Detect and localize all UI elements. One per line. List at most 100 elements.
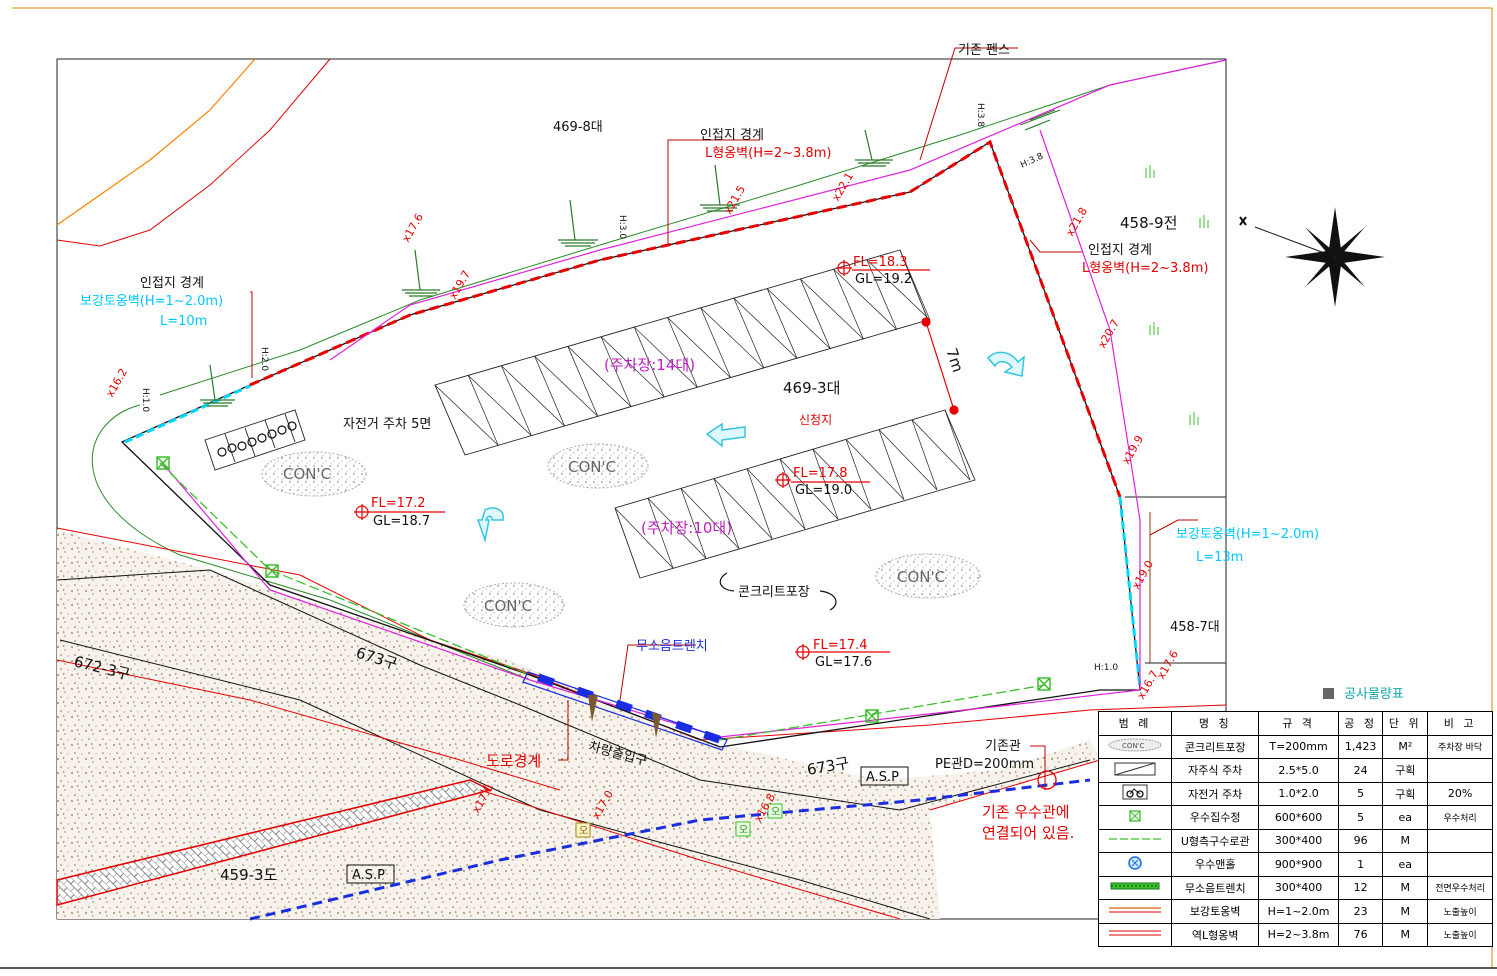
level-3-gl: GL=18.7 (373, 514, 430, 529)
label-noiseless-trench: 무소음트렌치 (636, 639, 708, 654)
concrete-blobs (261, 443, 981, 628)
label-existing-fence: 기존 펜스 (958, 43, 1010, 58)
label-storm-connect-1: 기존 우수관에 (982, 803, 1070, 821)
parking-stall-diagonal (911, 419, 971, 481)
level-4-gl: GL=17.6 (815, 655, 872, 670)
legend-u-drain-icon (1098, 828, 1172, 853)
spot-height-6: x20.7 (1095, 317, 1122, 350)
row-qty: 76 (1337, 922, 1384, 947)
level-2-fl: FL=17.8 (793, 466, 848, 481)
legend-l-wall-icon (1098, 922, 1172, 947)
label-h10-b: H:1.0 (1094, 663, 1118, 673)
parcel-line-orange (56, 58, 256, 226)
manhole-label-3: 오 (771, 807, 780, 818)
north-arrow-icon (1239, 207, 1385, 307)
legend-bike-icon (1098, 781, 1172, 806)
label-reinforce-wall-right: 보강토옹벽(H=1~2.0m) (1176, 527, 1319, 542)
quantity-table: 범 례 명 칭 규 격 공 정 단 위 비 고 CON'C 콘크리트포장 T=2… (1098, 711, 1493, 947)
row-unit: M (1382, 922, 1429, 947)
row-name: 우수맨홀 (1170, 852, 1260, 877)
row-unit: M (1382, 899, 1429, 924)
parking-stall-divider (878, 429, 905, 500)
label-asp-2: A.S.P (352, 868, 385, 883)
label-adj-boundary-2: 인접지 경계 (1088, 243, 1152, 258)
parking-stall-diagonal (434, 384, 499, 446)
label-existing-pipe: 기존관 (985, 739, 1021, 754)
parcel-469-8: 469-8대 (553, 120, 603, 135)
table-row: 역L형옹벽 H=2~3.8m 76 M 노출높이 (1098, 922, 1493, 947)
table-row: 우수집수정 600*600 5 ea 우수처리 (1098, 805, 1493, 830)
row-note: 우수처리 (1427, 805, 1493, 830)
label-adj-boundary-3: 인접지 경계 (140, 276, 204, 291)
label-conc-1: CON'C (283, 465, 331, 483)
row-spec: 900*900 (1258, 852, 1339, 877)
parking-stall-divider (911, 419, 938, 490)
table-row: 자전거 주차 1.0*2.0 5 구획 20% (1098, 781, 1493, 806)
grass-marks (1145, 165, 1209, 425)
quantity-table-title: 공사물량표 (1323, 683, 1404, 702)
parking-stall-diagonal (534, 355, 599, 417)
row-name: U형측구수로관 (1170, 828, 1260, 853)
legend-reinforce-wall-icon (1098, 899, 1172, 924)
title-square-icon (1323, 688, 1334, 699)
label-h20: H:2.0 (259, 347, 269, 371)
parking-stall-diagonal (700, 307, 765, 369)
row-qty: 24 (1337, 758, 1384, 783)
header-note: 비 고 (1427, 711, 1493, 736)
row-spec: T=200mm (1258, 734, 1339, 759)
row-spec: 300*400 (1258, 828, 1339, 853)
parking-stall-divider (534, 355, 565, 427)
label-existing-pipe-spec: PE관D=200mm (935, 757, 1034, 772)
parcel-line-red-top (56, 58, 331, 247)
label-adj-boundary-1: 인접지 경계 (700, 128, 764, 143)
row-unit: 구획 (1382, 758, 1429, 783)
label-h10: H:1.0 (140, 388, 150, 412)
bike-icons (217, 421, 297, 457)
row-note (1427, 852, 1493, 877)
label-bike-parking: 자전거 주차 5면 (343, 417, 431, 432)
label-asp-1: A.S.P (866, 770, 899, 785)
parcel-458-7: 458-7대 (1170, 620, 1220, 635)
spot-height-3: x21.5 (721, 183, 748, 216)
legend-parking-icon (1098, 758, 1172, 783)
label-l-wall-top: L형옹벽(H=2~3.8m) (705, 146, 831, 161)
level-2-gl: GL=19.0 (795, 483, 852, 498)
row-spec: H=2~3.8m (1258, 922, 1339, 947)
table-row: CON'C 콘크리트포장 T=200mm 1,423 M² 주차장 바닥 (1098, 734, 1493, 759)
level-1-fl: FL=18.3 (853, 255, 908, 270)
level-4-fl: FL=17.4 (813, 638, 868, 653)
legend-trench-icon (1098, 875, 1172, 900)
row-unit: M² (1382, 734, 1429, 759)
label-road-boundary: 도로경계 (486, 752, 541, 770)
label-reinforce-wall-left: 보강토옹벽(H=1~2.0m) (80, 294, 223, 309)
parking-stall-divider (700, 307, 732, 378)
label-reinforce-wall-right-len: L=13m (1196, 550, 1243, 565)
row-unit: M (1382, 828, 1429, 853)
row-unit: ea (1382, 852, 1429, 877)
parking-stall-diagonal (878, 429, 938, 491)
label-applied-site: 신청지 (799, 413, 832, 427)
manhole-label-1: 오 (579, 826, 588, 837)
parking-stalls-lower (614, 409, 971, 569)
row-unit: ea (1382, 805, 1429, 830)
row-note: 노출높이 (1427, 899, 1493, 924)
row-unit: 구획 (1382, 781, 1429, 806)
parking-stall-divider (766, 288, 798, 359)
quantity-table-header: 범 례 명 칭 규 격 공 정 단 위 비 고 (1098, 711, 1493, 736)
spot-height-5: x21.8 (1063, 205, 1090, 238)
row-name: 우수집수정 (1170, 805, 1260, 830)
row-qty: 1 (1337, 852, 1384, 877)
row-spec: 600*600 (1258, 805, 1339, 830)
label-conc-4: CON'C (897, 568, 945, 586)
table-row: 자주식 주차 2.5*5.0 24 구획 (1098, 758, 1493, 783)
header-legend: 범 례 (1098, 711, 1172, 736)
row-name: 보강토옹벽 (1170, 899, 1260, 924)
label-l-wall-right: L형옹벽(H=2~3.8m) (1082, 261, 1208, 276)
l-wall-top (249, 139, 1122, 498)
row-qty: 5 (1337, 781, 1384, 806)
table-row: U형측구수로관 300*400 96 M (1098, 828, 1493, 853)
row-qty: 5 (1337, 805, 1384, 830)
row-note (1427, 828, 1493, 853)
legend-catch-basin-icon (1098, 805, 1172, 830)
parking-stall-diagonal (501, 365, 565, 427)
